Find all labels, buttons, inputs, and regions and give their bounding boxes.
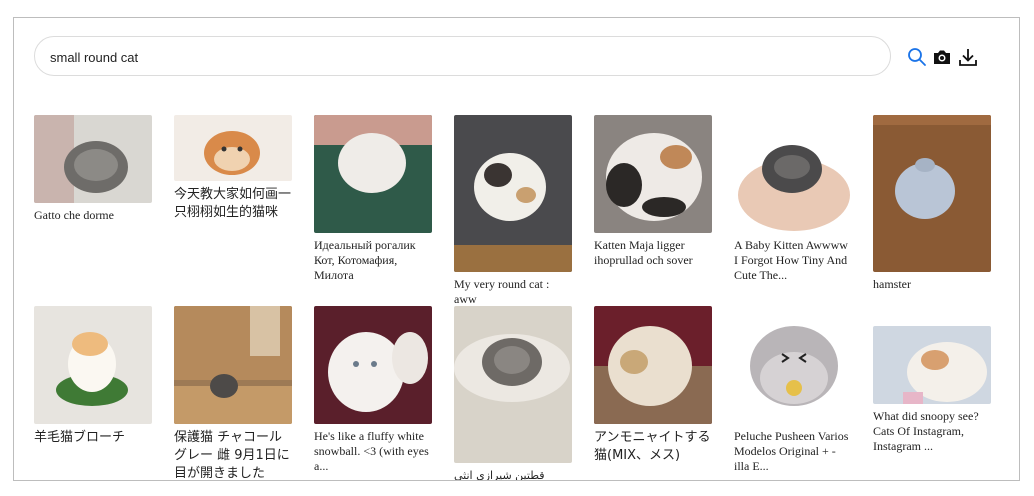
- result-thumbnail[interactable]: [594, 115, 712, 233]
- result-caption: A Baby Kitten Awwww I Forgot How Tiny An…: [734, 238, 848, 282]
- cat-image: [314, 306, 432, 424]
- result-caption: 今天教大家如何画一只栩栩如生的猫咪: [174, 187, 292, 220]
- cat-image: [454, 306, 572, 463]
- result-tile[interactable]: Peluche Pusheen Varios Modelos Original …: [734, 306, 852, 474]
- cat-image: [734, 115, 852, 233]
- cat-image: [174, 115, 292, 181]
- result-thumbnail[interactable]: [314, 115, 432, 233]
- result-thumbnail[interactable]: [873, 326, 991, 404]
- cat-image: [454, 115, 572, 272]
- cat-image: [34, 306, 152, 424]
- download-icon: [959, 49, 977, 66]
- result-thumbnail[interactable]: [734, 306, 852, 424]
- result-thumbnail[interactable]: [174, 115, 292, 181]
- result-caption: Gatto che dorme: [34, 208, 114, 222]
- image-search-panel: Gatto che dorme 今天教大家如何画一只栩栩如生的猫咪 Идеаль…: [13, 17, 1020, 481]
- search-input[interactable]: [48, 45, 852, 69]
- result-caption: Идеальный рогалик Кот, Котомафия, Милота: [314, 238, 416, 282]
- cat-image: [873, 326, 991, 404]
- result-thumbnail[interactable]: [873, 115, 991, 272]
- result-caption: Katten Maja ligger ihoprullad och sover: [594, 238, 693, 267]
- result-caption: What did snoopy see? Cats Of Instagram, …: [873, 409, 979, 453]
- cat-image: [314, 115, 432, 233]
- result-caption: Peluche Pusheen Varios Modelos Original …: [734, 429, 849, 473]
- result-caption: 保護猫 チャコールグレー 雌 9月1日に目が開きました: [174, 430, 290, 481]
- result-tile[interactable]: قطتين شيرازي انثى بصحه: [454, 306, 572, 481]
- camera-icon: [934, 50, 950, 64]
- result-tile[interactable]: Gatto che dorme: [34, 115, 152, 223]
- result-thumbnail[interactable]: [454, 115, 572, 272]
- result-caption: My very round cat : aww: [454, 277, 550, 306]
- result-tile[interactable]: What did snoopy see? Cats Of Instagram, …: [873, 326, 991, 454]
- result-tile[interactable]: 今天教大家如何画一只栩栩如生的猫咪: [174, 115, 292, 222]
- cat-image: [174, 306, 292, 424]
- result-thumbnail[interactable]: [734, 115, 852, 233]
- result-caption: アンモニャイトする猫(MIX、メス): [594, 430, 711, 463]
- result-tile[interactable]: A Baby Kitten Awwww I Forgot How Tiny An…: [734, 115, 852, 283]
- search-icon: [908, 48, 926, 66]
- result-tile[interactable]: 保護猫 チャコールグレー 雌 9月1日に目が開きました: [174, 306, 292, 481]
- cat-image: [734, 306, 852, 424]
- cat-image: [594, 115, 712, 233]
- result-tile[interactable]: 羊毛猫ブローチ: [34, 306, 152, 447]
- search-bar[interactable]: [34, 36, 891, 76]
- cat-image: [34, 115, 152, 203]
- result-tile[interactable]: My very round cat : aww: [454, 115, 572, 307]
- result-tile[interactable]: アンモニャイトする猫(MIX、メス): [594, 306, 712, 465]
- result-thumbnail[interactable]: [174, 306, 292, 424]
- cat-image: [873, 115, 991, 272]
- result-tile[interactable]: hamster: [873, 115, 991, 292]
- result-thumbnail[interactable]: [34, 115, 152, 203]
- result-caption: He's like a fluffy white snowball. <3 (w…: [314, 429, 429, 473]
- result-thumbnail[interactable]: [454, 306, 572, 463]
- result-tile[interactable]: Идеальный рогалик Кот, Котомафия, Милота: [314, 115, 432, 283]
- result-tile[interactable]: Katten Maja ligger ihoprullad och sover: [594, 115, 712, 268]
- result-caption: hamster: [873, 277, 911, 291]
- result-thumbnail[interactable]: [34, 306, 152, 424]
- result-caption: قطتين شيرازي انثى بصحه: [454, 469, 545, 481]
- download-button[interactable]: [957, 46, 979, 68]
- camera-button[interactable]: [931, 46, 953, 68]
- search-button[interactable]: [906, 46, 928, 68]
- cat-image: [594, 306, 712, 424]
- result-thumbnail[interactable]: [314, 306, 432, 424]
- result-tile[interactable]: He's like a fluffy white snowball. <3 (w…: [314, 306, 432, 474]
- result-thumbnail[interactable]: [594, 306, 712, 424]
- result-caption: 羊毛猫ブローチ: [34, 430, 126, 445]
